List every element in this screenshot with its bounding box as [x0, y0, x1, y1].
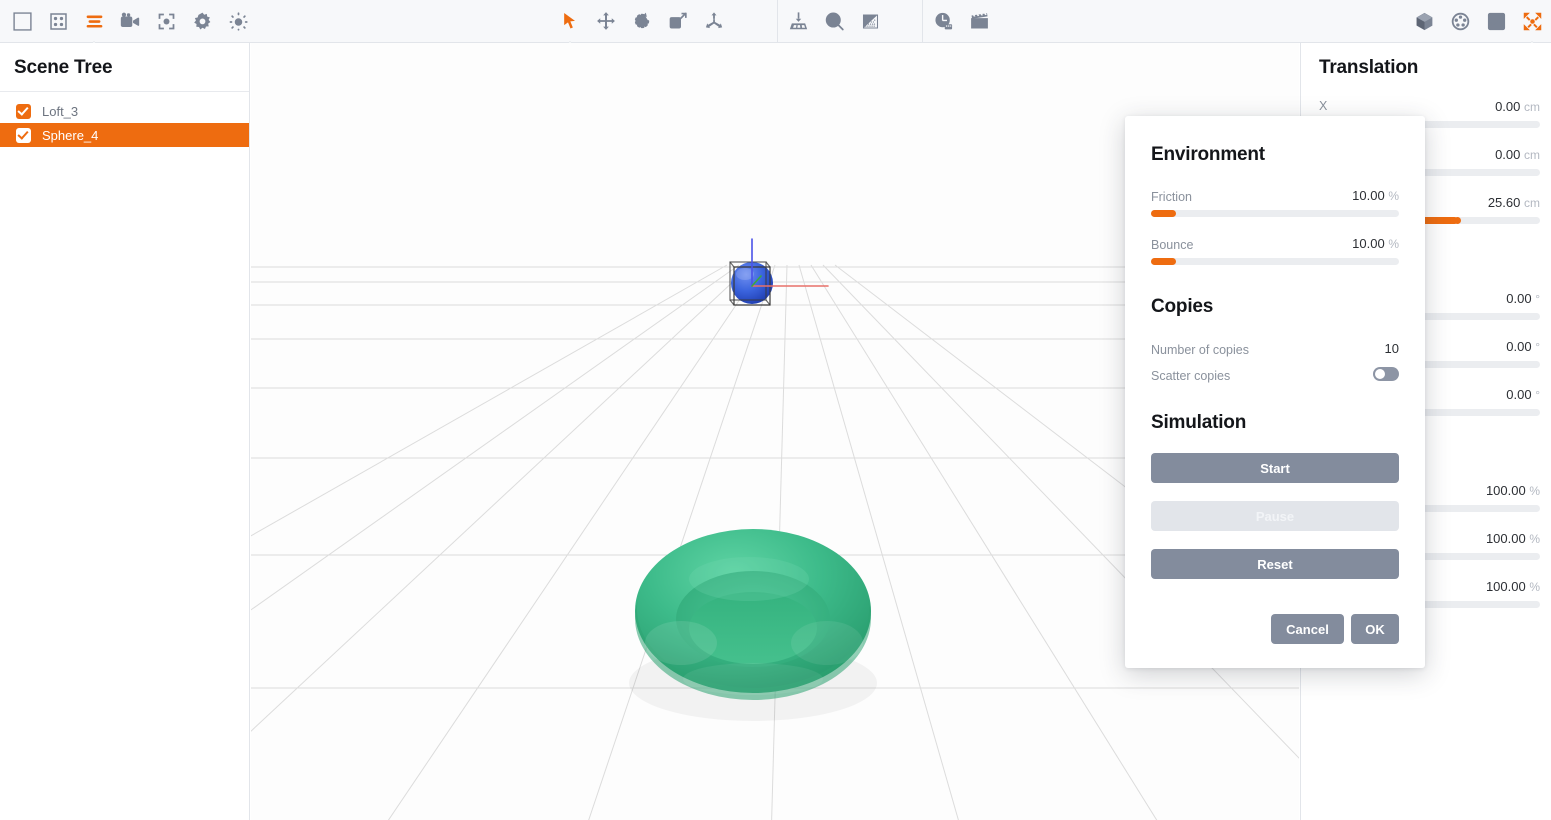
friction-slider[interactable]	[1151, 210, 1399, 217]
friction-label: Friction	[1151, 190, 1192, 204]
scatter-copies-row: Scatter copies	[1151, 367, 1399, 383]
toolbar-transform-group	[552, 0, 732, 42]
simulation-start-button[interactable]: Start	[1151, 453, 1399, 483]
slider-fill	[1151, 258, 1176, 265]
property-label: X	[1319, 99, 1327, 113]
animation-button[interactable]	[961, 0, 997, 42]
property-unit: °	[1535, 388, 1540, 402]
application-window: Scene Tree Loft_3 Sphere_4	[0, 0, 1551, 820]
simulation-heading: Simulation	[1151, 412, 1246, 434]
scatter-tool-button[interactable]	[696, 0, 732, 42]
property-unit: cm	[1524, 196, 1540, 210]
settings-button[interactable]	[184, 0, 220, 42]
scene-tree-title: Scene Tree	[0, 43, 249, 91]
bounce-slider[interactable]	[1151, 258, 1399, 265]
top-toolbar	[0, 0, 1551, 43]
friction-row: Friction 10.00 %	[1151, 188, 1399, 206]
inspect-object-button[interactable]	[816, 0, 852, 42]
torus-mesh[interactable]	[635, 529, 871, 700]
focus-button[interactable]	[148, 0, 184, 42]
bounce-unit: %	[1388, 237, 1399, 251]
scale-tool-button[interactable]	[660, 0, 696, 42]
toolbar-left-group	[4, 0, 256, 42]
physics-time-button[interactable]	[925, 0, 961, 42]
environment-heading: Environment	[1151, 144, 1265, 166]
number-of-copies-row: Number of copies 10	[1151, 341, 1399, 359]
fit-to-view-button[interactable]	[1514, 0, 1550, 42]
property-unit: %	[1529, 532, 1540, 546]
slider-knob[interactable]	[1454, 217, 1461, 224]
scene-tree-panel: Scene Tree Loft_3 Sphere_4	[0, 43, 250, 820]
scene-tree-list: Loft_3 Sphere_4	[0, 92, 249, 147]
drop-to-floor-button[interactable]	[780, 0, 816, 42]
physics-settings-dialog: Environment Friction 10.00 % Bounce 10.0…	[1125, 116, 1425, 668]
cancel-button[interactable]: Cancel	[1271, 614, 1344, 644]
surface-texture-button[interactable]	[852, 0, 888, 42]
property-value: 0.00 cm	[1495, 147, 1540, 162]
property-value: 25.60 cm	[1488, 195, 1540, 210]
friction-unit: %	[1388, 189, 1399, 203]
checkbox-icon[interactable]	[16, 104, 31, 119]
toolbar-physics-group	[780, 0, 888, 42]
bounce-label: Bounce	[1151, 238, 1193, 252]
scene-tree-toggle-button[interactable]	[76, 0, 112, 42]
scene-tree-item-sphere4[interactable]: Sphere_4	[0, 123, 249, 147]
copies-heading: Copies	[1151, 296, 1213, 318]
property-unit: °	[1535, 292, 1540, 306]
add-object-button[interactable]	[4, 0, 40, 42]
scene-tree-item-label: Sphere_4	[42, 128, 98, 143]
toolbar-animation-group	[925, 0, 997, 42]
property-value: 100.00 %	[1486, 579, 1540, 594]
number-of-copies-value[interactable]: 10	[1385, 341, 1399, 356]
bounce-row: Bounce 10.00 %	[1151, 236, 1399, 254]
slider-fill	[1151, 210, 1176, 217]
checkbox-icon[interactable]	[16, 128, 31, 143]
toggle-knob	[1375, 369, 1385, 379]
property-unit: cm	[1524, 100, 1540, 114]
property-unit: °	[1535, 340, 1540, 354]
scatter-copies-label: Scatter copies	[1151, 369, 1230, 383]
property-unit: %	[1529, 484, 1540, 498]
wireframe-sphere-button[interactable]	[1442, 0, 1478, 42]
property-unit: %	[1529, 580, 1540, 594]
background-button[interactable]	[1478, 0, 1514, 42]
ok-button[interactable]: OK	[1351, 614, 1399, 644]
simulation-pause-button: Pause	[1151, 501, 1399, 531]
friction-value: 10.00 %	[1352, 188, 1399, 203]
properties-panel-title: Translation	[1301, 43, 1551, 79]
property-value: 100.00 %	[1486, 531, 1540, 546]
rotate-tool-button[interactable]	[624, 0, 660, 42]
number-of-copies-label: Number of copies	[1151, 343, 1249, 357]
lighting-button[interactable]	[220, 0, 256, 42]
property-unit: cm	[1524, 148, 1540, 162]
bounce-value: 10.00 %	[1352, 236, 1399, 251]
property-value: 0.00 °	[1506, 339, 1540, 354]
grid-objects-button[interactable]	[40, 0, 76, 42]
property-value: 0.00 °	[1506, 387, 1540, 402]
scene-tree-item-label: Loft_3	[42, 104, 78, 119]
property-value: 100.00 %	[1486, 483, 1540, 498]
shaded-view-button[interactable]	[1406, 0, 1442, 42]
simulation-reset-button[interactable]: Reset	[1151, 549, 1399, 579]
scatter-copies-toggle[interactable]	[1373, 367, 1399, 381]
toolbar-view-group	[1406, 0, 1550, 42]
property-value: 0.00 cm	[1495, 99, 1540, 114]
move-tool-button[interactable]	[588, 0, 624, 42]
select-tool-button[interactable]	[552, 0, 588, 42]
property-value: 0.00 °	[1506, 291, 1540, 306]
scene-tree-item-loft3[interactable]: Loft_3	[0, 99, 249, 123]
camera-button[interactable]	[112, 0, 148, 42]
